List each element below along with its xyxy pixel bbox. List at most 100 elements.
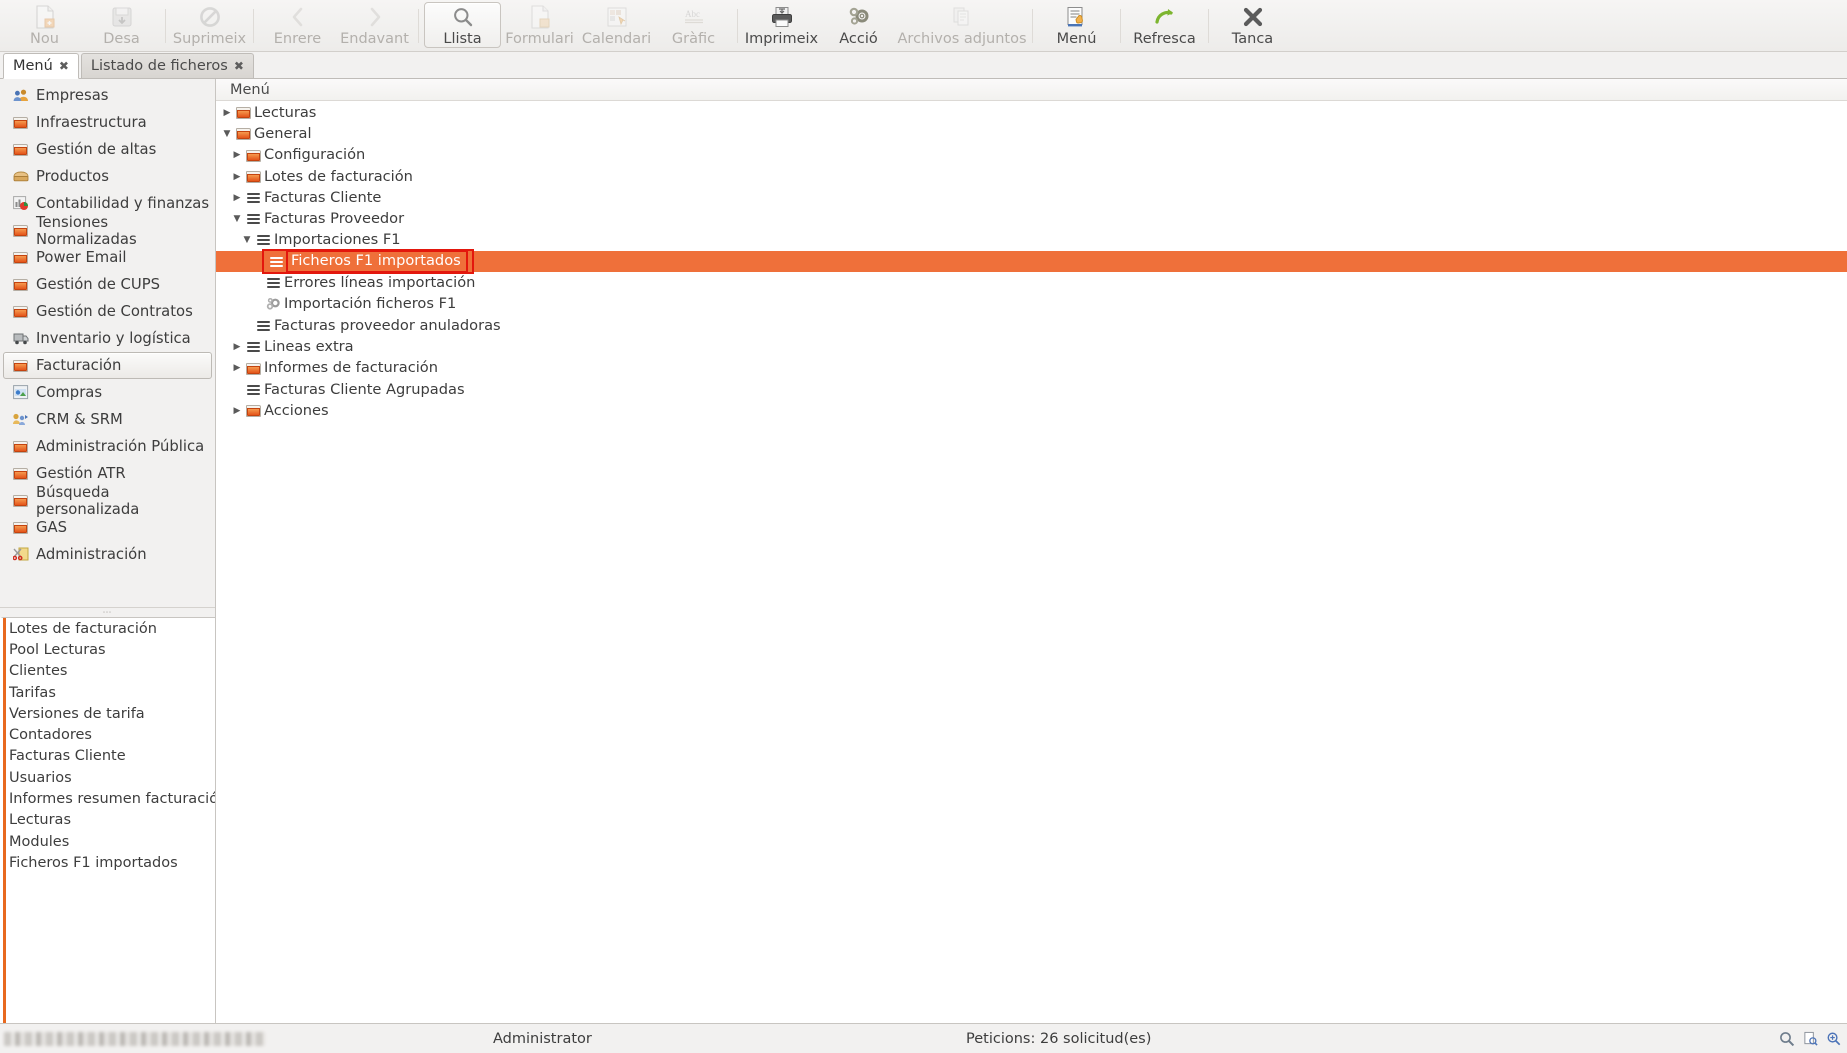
- sidebar-item-tensiones-normalizadas[interactable]: Tensiones Normalizadas: [3, 214, 212, 248]
- tree-node-importaci-n-ficheros-f1[interactable]: ▶Importación ficheros F1: [216, 294, 1847, 315]
- toolbar-button-imprimeix[interactable]: Imprimeix: [743, 2, 820, 48]
- sidebar-item-gesti-n-de-contratos[interactable]: Gestión de Contratos: [3, 298, 212, 325]
- sidebar-item-crm-srm[interactable]: CRM & SRM: [3, 406, 212, 433]
- shortcut-item[interactable]: Clientes: [3, 661, 215, 682]
- sidebar-item-gesti-n-de-cups[interactable]: Gestión de CUPS: [3, 271, 212, 298]
- scissors-icon: [12, 546, 29, 563]
- tree-node-lecturas[interactable]: ▶ Lecturas: [216, 102, 1847, 123]
- tree-node-label: Facturas Cliente Agrupadas: [264, 380, 465, 398]
- shortcut-item[interactable]: Versiones de tarifa: [3, 703, 215, 724]
- toolbar-button-enrere: Enrere: [259, 2, 336, 48]
- triangle-right-icon[interactable]: ▶: [220, 108, 234, 118]
- folder-icon: [244, 362, 262, 375]
- toolbar-button-refresca[interactable]: Refresca: [1126, 2, 1203, 48]
- triangle-right-icon[interactable]: ▶: [230, 363, 244, 373]
- sidebar-item-label: Power Email: [36, 249, 127, 266]
- sidebar-item-compras[interactable]: Compras: [3, 379, 212, 406]
- sidebar-item-administraci-n-p-blica[interactable]: Administración Pública: [3, 433, 212, 460]
- zoom-in-icon[interactable]: [1826, 1031, 1841, 1046]
- toolbar-button-label: Calendari: [581, 31, 652, 47]
- tab-listado-de-ficheros[interactable]: Listado de ficheros ✖: [80, 53, 254, 78]
- list-icon: [254, 235, 272, 246]
- tree-node-label: Facturas Cliente: [264, 188, 382, 206]
- toolbar-button-suprimeix: Suprimeix: [171, 2, 248, 48]
- tree-node-label: Lotes de facturación: [264, 167, 413, 185]
- toolbar-button-men[interactable]: Menú: [1038, 2, 1115, 48]
- shortcut-item[interactable]: Lecturas: [3, 810, 215, 831]
- toolbar-button-gr-fic: Abc Gràfic: [655, 2, 732, 48]
- shortcut-item[interactable]: Contadores: [3, 724, 215, 745]
- tree-node-errores-l-neas-importaci-n[interactable]: ▶Errores líneas importación: [216, 272, 1847, 293]
- tab-close-icon[interactable]: ✖: [234, 60, 244, 72]
- shortcut-label: Informes resumen facturación: [9, 791, 215, 808]
- tree-node-facturas-cliente-agrupadas[interactable]: ▶Facturas Cliente Agrupadas: [216, 379, 1847, 400]
- toolbar-button-llista[interactable]: Llista: [424, 2, 501, 48]
- list-icon: [244, 384, 262, 395]
- tree-node-lotes-de-facturaci-n[interactable]: ▶ Lotes de facturación: [216, 166, 1847, 187]
- shortcut-item[interactable]: Facturas Cliente: [3, 746, 215, 767]
- sidebar-item-gesti-n-de-altas[interactable]: Gestión de altas: [3, 136, 212, 163]
- shortcut-label: Modules: [9, 833, 70, 850]
- sidebar-item-inventario-y-log-stica[interactable]: Inventario y logística: [3, 325, 212, 352]
- shortcut-item[interactable]: Pool Lecturas: [3, 639, 215, 660]
- tree-node-ficheros-f1-importados[interactable]: ▶Ficheros F1 importados: [216, 249, 1847, 275]
- tree-body: ▶ Lecturas ▼ General ▶ Configuración ▶ Lotes de…: [216, 101, 1847, 1023]
- toolbar-button-archivos-adjuntos: Archivos adjuntos: [897, 2, 1027, 48]
- list-icon: [244, 341, 262, 352]
- tab-men-[interactable]: Menú ✖: [3, 53, 79, 79]
- triangle-right-icon[interactable]: ▶: [230, 150, 244, 160]
- triangle-down-icon[interactable]: ▼: [240, 235, 254, 245]
- tree-node-acciones[interactable]: ▶ Acciones: [216, 400, 1847, 421]
- tree-node-facturas-proveedor[interactable]: ▼ Facturas Proveedor: [216, 208, 1847, 229]
- tree-node-facturas-proveedor-anuladoras[interactable]: ▶Facturas proveedor anuladoras: [216, 315, 1847, 336]
- sidebar-item-infraestructura[interactable]: Infraestructura: [3, 109, 212, 136]
- triangle-down-icon[interactable]: ▼: [220, 129, 234, 139]
- sidebar-item-label: Facturación: [36, 357, 122, 374]
- zoom-out-doc-icon[interactable]: [1803, 1031, 1818, 1046]
- shortcut-item[interactable]: Usuarios: [3, 767, 215, 788]
- shortcut-item[interactable]: Tarifas: [3, 682, 215, 703]
- tree-node-importaciones-f1[interactable]: ▼ Importaciones F1: [216, 230, 1847, 251]
- tree-node-facturas-cliente[interactable]: ▶ Facturas Cliente: [216, 187, 1847, 208]
- triangle-right-icon[interactable]: ▶: [230, 172, 244, 182]
- zoom-search-icon[interactable]: [1779, 1031, 1795, 1047]
- sidebar-splitter-handle[interactable]: ⋯: [0, 607, 215, 617]
- tree-node-lineas-extra[interactable]: ▶ Lineas extra: [216, 336, 1847, 357]
- sidebar: Empresas Infraestructura Gestión de altas P…: [0, 79, 216, 1023]
- tree-node-general[interactable]: ▼ General: [216, 123, 1847, 144]
- shortcut-item[interactable]: Informes resumen facturación: [3, 788, 215, 809]
- sidebar-item-administraci-n[interactable]: Administración: [3, 541, 212, 568]
- sidebar-item-label: Compras: [36, 384, 103, 401]
- tab-close-icon[interactable]: ✖: [59, 60, 69, 72]
- toolbar-button-nou: Nou: [6, 2, 83, 48]
- tree-node-label: Configuración: [264, 146, 366, 164]
- sidebar-shortcuts-scrollbar[interactable]: [3, 618, 6, 1023]
- shortcut-item[interactable]: Ficheros F1 importados: [3, 852, 215, 873]
- sidebar-item-gas[interactable]: GAS: [3, 514, 212, 541]
- shortcut-label: Contadores: [9, 727, 92, 744]
- tree-node-configuraci-n[interactable]: ▶ Configuración: [216, 145, 1847, 166]
- toolbar-button-acci[interactable]: Acció: [820, 2, 897, 48]
- sidebar-item-productos[interactable]: Productos: [3, 163, 212, 190]
- toolbar-button-calendari: Calendari: [578, 2, 655, 48]
- triangle-down-icon[interactable]: ▼: [230, 214, 244, 224]
- tree-node-label: Ficheros F1 importados: [286, 250, 468, 274]
- shortcut-item[interactable]: Lotes de facturación: [3, 618, 215, 639]
- form-icon: [527, 5, 553, 29]
- sidebar-item-power-email[interactable]: Power Email: [3, 244, 212, 271]
- sidebar-item-b-squeda-personalizada[interactable]: Búsqueda personalizada: [3, 484, 212, 518]
- tree-node-label: Lineas extra: [264, 337, 354, 355]
- triangle-right-icon[interactable]: ▶: [230, 193, 244, 203]
- sidebar-item-empresas[interactable]: Empresas: [3, 82, 212, 109]
- toolbar-button-tanca[interactable]: Tanca: [1214, 2, 1291, 48]
- list-icon: [264, 278, 282, 289]
- shortcut-item[interactable]: Modules: [3, 831, 215, 852]
- sidebar-item-label: Gestión de CUPS: [36, 276, 161, 293]
- sidebar-item-label: Contabilidad y finanzas: [36, 195, 210, 212]
- crm-icon: [12, 411, 29, 428]
- triangle-right-icon[interactable]: ▶: [230, 406, 244, 416]
- sidebar-item-facturaci-n[interactable]: Facturación: [3, 352, 212, 379]
- list-icon: [254, 320, 272, 331]
- tree-node-informes-de-facturaci-n[interactable]: ▶ Informes de facturación: [216, 358, 1847, 379]
- triangle-right-icon[interactable]: ▶: [230, 342, 244, 352]
